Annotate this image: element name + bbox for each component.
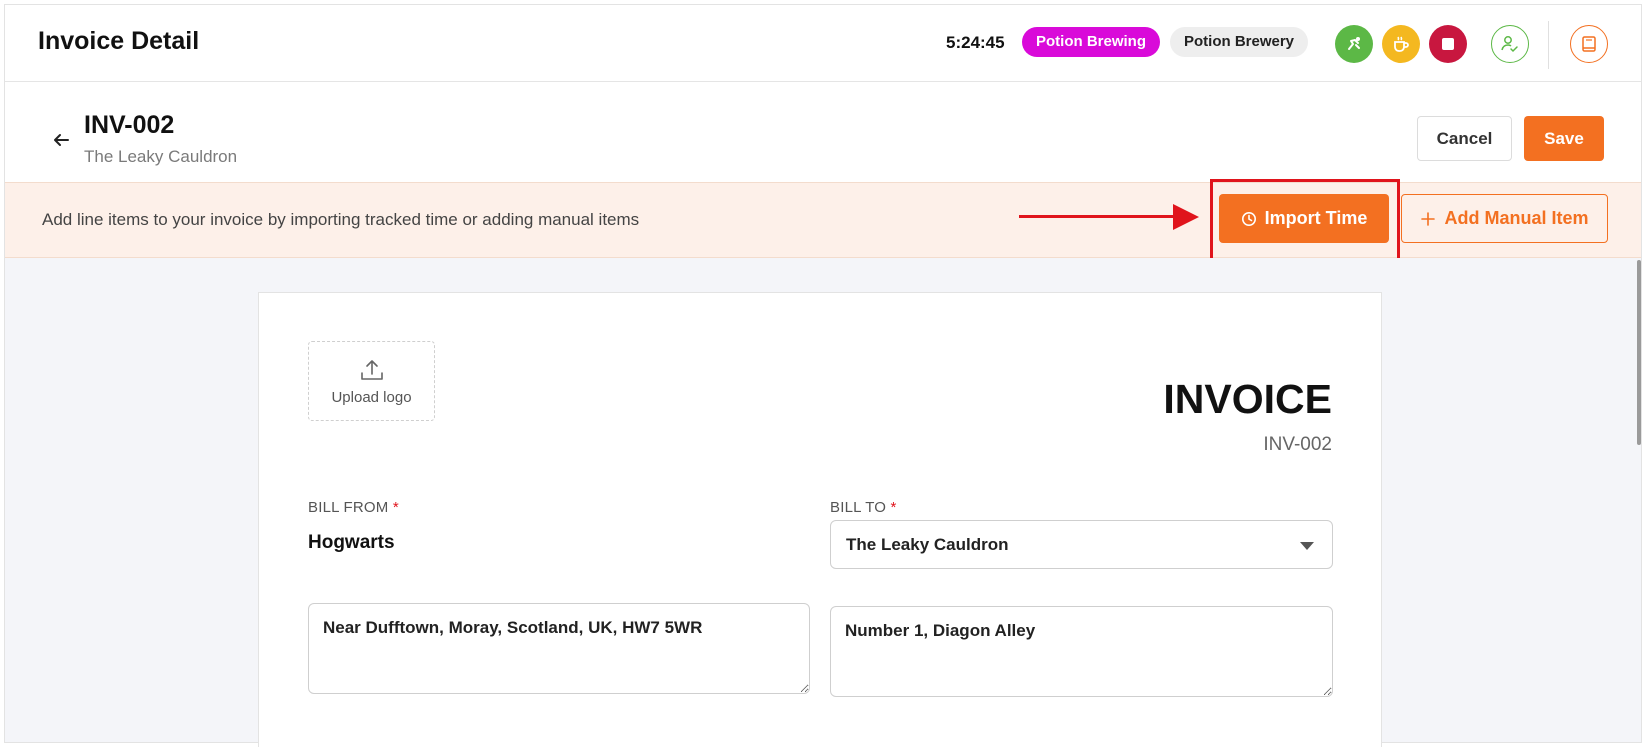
- docs-button[interactable]: [1570, 25, 1608, 63]
- user-status-button[interactable]: [1491, 25, 1529, 63]
- annotation-arrow-head: [1173, 204, 1199, 230]
- required-mark: *: [890, 499, 897, 516]
- back-button[interactable]: [50, 129, 72, 151]
- user-check-icon: [1501, 36, 1518, 53]
- bill-from-name: Hogwarts: [308, 532, 395, 553]
- invoice-id: INV-002: [84, 111, 175, 139]
- upload-logo-label: Upload logo: [331, 388, 412, 406]
- stop-timer-button[interactable]: [1429, 25, 1467, 63]
- stop-icon: [1442, 38, 1454, 50]
- annotation-arrow-shaft: [1019, 215, 1176, 218]
- page-title: Invoice Detail: [38, 27, 200, 55]
- arrow-left-icon: [54, 134, 69, 146]
- break-button[interactable]: [1382, 25, 1420, 63]
- coffee-icon: [1394, 36, 1409, 52]
- add-manual-item-label: Add Manual Item: [1444, 208, 1589, 228]
- start-timer-button[interactable]: [1335, 25, 1373, 63]
- cancel-button[interactable]: Cancel: [1417, 116, 1512, 161]
- clock-icon: [1241, 211, 1256, 226]
- required-mark: *: [392, 499, 399, 516]
- caret-down-icon: [1300, 542, 1314, 550]
- import-time-button[interactable]: Import Time: [1219, 194, 1389, 243]
- bill-to-label: BILL TO *: [830, 499, 897, 516]
- upload-logo-button[interactable]: Upload logo: [308, 341, 435, 421]
- bill-from-label: BILL FROM *: [308, 499, 399, 516]
- running-icon: [1348, 37, 1360, 50]
- invoice-client-name: The Leaky Cauldron: [84, 147, 238, 166]
- top-bar: Invoice Detail 5:24:45 Potion Brewing Po…: [5, 5, 1641, 82]
- invoice-heading: INVOICE: [1163, 376, 1332, 422]
- bill-to-select[interactable]: The Leaky Cauldron: [830, 520, 1333, 569]
- bill-to-address-field[interactable]: Number 1, Diagon Alley: [830, 606, 1333, 697]
- invoice-header: INV-002 The Leaky Cauldron Cancel Save: [5, 83, 1641, 183]
- plus-icon: [1421, 211, 1436, 226]
- page-scrollbar[interactable]: [1637, 260, 1641, 445]
- client-pill[interactable]: Potion Brewery: [1170, 27, 1309, 57]
- bill-to-selected-value: The Leaky Cauldron: [846, 535, 1009, 554]
- project-pill[interactable]: Potion Brewing: [1022, 27, 1160, 57]
- bill-from-label-text: BILL FROM: [308, 499, 389, 516]
- banner-message: Add line items to your invoice by import…: [42, 210, 640, 229]
- add-manual-item-button[interactable]: Add Manual Item: [1401, 194, 1608, 243]
- save-button[interactable]: Save: [1524, 116, 1604, 161]
- upload-icon: [360, 359, 383, 380]
- book-icon: [1582, 36, 1596, 52]
- bill-to-label-text: BILL TO: [830, 499, 887, 516]
- header-divider: [1548, 21, 1549, 69]
- invoice-number: INV-002: [1263, 434, 1332, 455]
- bill-from-address-field[interactable]: Near Dufftown, Moray, Scotland, UK, HW7 …: [308, 603, 810, 694]
- timer-readout: 5:24:45: [946, 33, 1005, 52]
- import-time-label: Import Time: [1264, 208, 1368, 228]
